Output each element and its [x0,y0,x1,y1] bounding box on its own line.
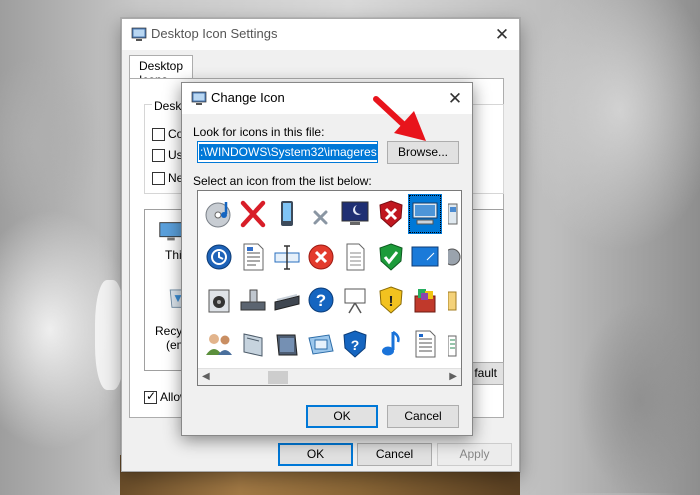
partial-icon[interactable] [446,194,461,234]
shield-question-icon[interactable]: ? [338,324,372,364]
ok-button[interactable]: OK [278,443,353,466]
change-icon-title: Change Icon [211,90,285,105]
monitor-screensaver-icon[interactable] [338,194,372,234]
change-icon-ok-button[interactable]: OK [306,405,378,428]
close-icon[interactable]: ✕ [438,83,472,114]
red-circle-x-icon[interactable] [304,237,338,277]
checkbox-network[interactable] [152,172,165,185]
icon-file-path-input[interactable]: :\WINDOWS\System32\imageres.dll [197,141,378,163]
select-icon-label: Select an icon from the list below: [193,174,372,188]
checkbox-allow-themes[interactable] [144,389,157,404]
partial-list-icon[interactable] [446,324,461,364]
svg-text:!: ! [389,293,394,310]
cd-music-icon[interactable] [202,194,236,234]
change-icon-app-icon [191,91,207,105]
handheld-device-icon[interactable] [270,194,304,234]
icon-list[interactable]: ?!? ◀ ▶ [197,190,462,386]
server-panel-icon[interactable] [236,324,270,364]
usb-drive-icon[interactable] [236,280,270,320]
scroll-right-icon[interactable]: ▶ [449,371,457,382]
checkbox-user-files[interactable] [152,149,165,162]
horizontal-scrollbar[interactable]: ◀ ▶ [198,368,461,385]
scroll-left-icon[interactable]: ◀ [202,371,210,382]
shield-green-check-icon[interactable] [374,237,408,277]
partial-gear-icon[interactable] [446,237,461,277]
desktop-computer-icon[interactable] [408,194,442,234]
blue-screen-icon[interactable] [408,237,442,277]
document-lines-icon[interactable] [236,237,270,277]
close-icon[interactable]: ✕ [485,19,519,50]
title-bar: Desktop Icon Settings ✕ [122,19,519,50]
checkbox-computer[interactable] [152,128,165,141]
red-arrow-icon [373,96,426,141]
svg-text:?: ? [351,337,360,353]
window-title: Desktop Icon Settings [151,26,278,41]
cancel-button[interactable]: Cancel [357,443,432,466]
clock-sync-icon[interactable] [202,237,236,277]
tab-desktop-icons[interactable]: Desktop Icons [129,55,194,87]
text-document-icon[interactable] [408,324,442,364]
text-cursor-box-icon[interactable] [270,237,304,277]
monitor-tile-icon[interactable] [304,324,338,364]
scroll-thumb[interactable] [268,371,288,384]
media-player-icon[interactable] [202,280,236,320]
presentation-board-icon[interactable] [338,280,372,320]
red-x-icon[interactable] [236,194,270,234]
music-note-icon[interactable] [374,324,408,364]
settings-app-icon [131,27,147,41]
svg-text:?: ? [316,291,326,310]
shield-warning-icon[interactable]: ! [374,280,408,320]
partial-folder-icon[interactable] [446,280,461,320]
apply-button[interactable]: Apply [437,443,512,466]
shield-red-x-icon[interactable] [374,194,408,234]
blank-document-icon[interactable] [338,237,372,277]
look-for-icons-label: Look for icons in this file: [193,125,325,139]
installer-box-icon[interactable] [408,280,442,320]
icon-file-path-value[interactable]: :\WINDOWS\System32\imageres.dll [199,144,377,160]
help-question-icon[interactable]: ? [304,280,338,320]
small-x-icon[interactable] [304,194,338,234]
change-icon-cancel-button[interactable]: Cancel [387,405,459,428]
scanner-icon[interactable] [270,280,304,320]
users-icon[interactable] [202,324,236,364]
card-reader-icon[interactable] [270,324,304,364]
